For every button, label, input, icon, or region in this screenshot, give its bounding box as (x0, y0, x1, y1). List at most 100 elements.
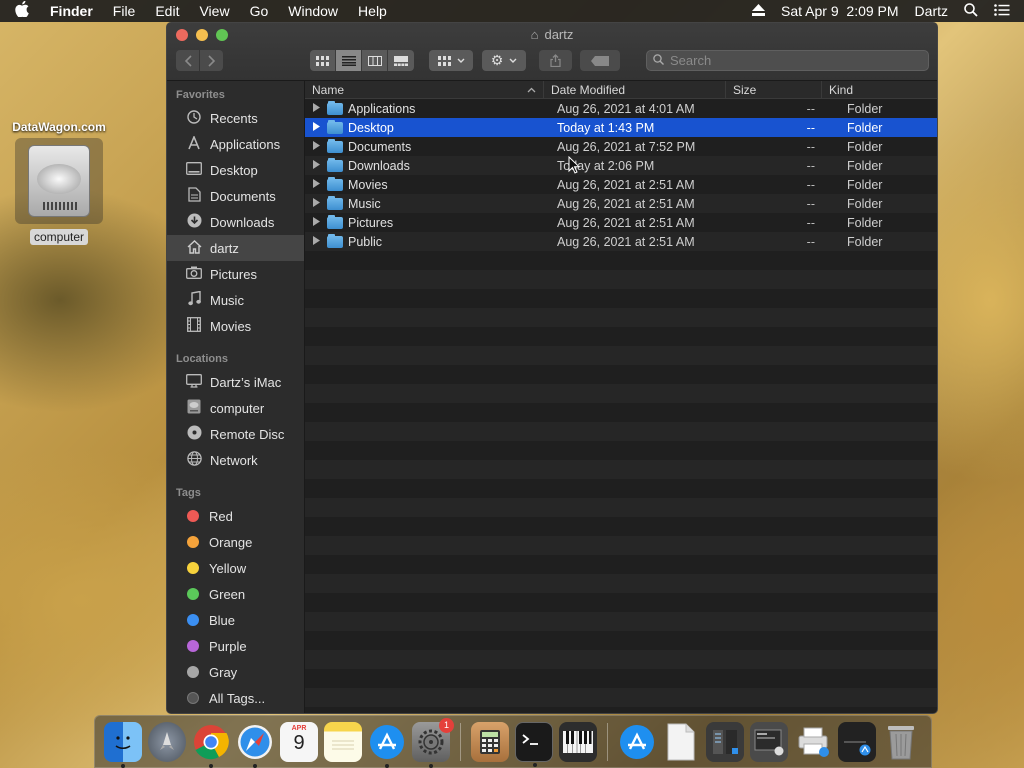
column-view-button[interactable] (362, 50, 388, 71)
column-header-date[interactable]: Date Modified (544, 81, 726, 99)
disclosure-triangle-icon[interactable] (305, 160, 327, 171)
hard-drive-icon[interactable] (15, 138, 103, 224)
downloads-stack-icon[interactable] (838, 721, 876, 762)
clock-icon (185, 109, 203, 127)
safari-icon[interactable] (236, 722, 274, 768)
sidebar-tag-red[interactable]: Red (167, 503, 304, 529)
screenshot-stack-icon[interactable] (706, 721, 744, 762)
all-tags-dot-icon (187, 692, 199, 704)
file-row-music[interactable]: Music Aug 26, 2021 at 2:51 AM -- Folder (305, 194, 937, 213)
sidebar-item-music[interactable]: Music (167, 287, 304, 313)
sidebar-item-documents[interactable]: Documents (167, 183, 304, 209)
piano-icon[interactable] (559, 721, 597, 762)
folder-icon (327, 176, 343, 191)
sidebar-tag-green[interactable]: Green (167, 581, 304, 607)
menu-help[interactable]: Help (348, 0, 397, 22)
terminal-icon[interactable] (515, 721, 553, 767)
document-icon (185, 187, 203, 205)
file-row-documents[interactable]: Documents Aug 26, 2021 at 7:52 PM -- Folder (305, 137, 937, 156)
file-date-modified: Aug 26, 2021 at 2:51 AM (557, 196, 695, 211)
sidebar-tag-purple[interactable]: Purple (167, 633, 304, 659)
desktop-drive-icon[interactable]: DataWagon.com computer (6, 120, 112, 245)
app-store-icon[interactable] (368, 722, 406, 768)
file-row-applications[interactable]: Applications Aug 26, 2021 at 4:01 AM -- Fol… (305, 99, 937, 118)
menubar-user[interactable]: Dartz (907, 3, 956, 19)
menu-app-finder[interactable]: Finder (44, 0, 103, 22)
notes-icon[interactable] (324, 721, 362, 762)
printer-stack-icon[interactable] (794, 722, 832, 762)
column-header-kind[interactable]: Kind (822, 81, 937, 99)
search-field[interactable] (646, 50, 929, 71)
window-stack-icon[interactable] (750, 721, 788, 762)
menu-view[interactable]: View (189, 0, 239, 22)
disclosure-triangle-icon[interactable] (305, 198, 327, 209)
sidebar-item-network[interactable]: Network (167, 447, 304, 473)
action-menu-button[interactable]: ⚙ (482, 50, 526, 71)
file-date-modified: Aug 26, 2021 at 7:52 PM (557, 139, 696, 154)
trash-icon[interactable] (882, 722, 920, 762)
sidebar-item-recents[interactable]: Recents (167, 105, 304, 131)
launchpad-icon[interactable] (148, 721, 186, 762)
disclosure-triangle-icon[interactable] (305, 122, 327, 133)
disclosure-triangle-icon[interactable] (305, 217, 327, 228)
sidebar-item-dartz[interactable]: dartz (167, 235, 304, 261)
spotlight-icon[interactable] (956, 2, 986, 20)
search-input[interactable] (670, 53, 910, 68)
empty-row (305, 403, 937, 422)
sidebar-tag-gray[interactable]: Gray (167, 659, 304, 685)
file-row-desktop[interactable]: Desktop Today at 1:43 PM -- Folder (305, 118, 937, 137)
desktop-drive-label[interactable]: computer (29, 229, 89, 245)
title-bar[interactable]: ⌂ dartz ⚙ (167, 23, 937, 81)
list-view-button[interactable] (336, 50, 362, 71)
sidebar-item-imac[interactable]: Dartz’s iMac (167, 369, 304, 395)
share-button[interactable] (539, 50, 572, 71)
menubar-clock[interactable]: Sat Apr 9 2:09 PM (773, 3, 907, 19)
app-store-folder-icon[interactable] (618, 722, 656, 762)
empty-row (305, 536, 937, 555)
file-row-movies[interactable]: Movies Aug 26, 2021 at 2:51 AM -- Folder (305, 175, 937, 194)
menu-window[interactable]: Window (278, 0, 348, 22)
column-header-size[interactable]: Size (726, 81, 822, 99)
gallery-view-button[interactable] (388, 50, 414, 71)
document-stack-icon[interactable] (662, 722, 700, 762)
calendar-icon[interactable]: APR 9 (280, 721, 318, 762)
disclosure-triangle-icon[interactable] (305, 179, 327, 190)
calculator-icon[interactable] (471, 721, 509, 762)
file-row-downloads[interactable]: Downloads Today at 2:06 PM -- Folder (305, 156, 937, 175)
sidebar-all-tags[interactable]: All Tags... (167, 685, 304, 711)
disclosure-triangle-icon[interactable] (305, 141, 327, 152)
sidebar-item-computer[interactable]: computer (167, 395, 304, 421)
sidebar-item-pictures[interactable]: Pictures (167, 261, 304, 287)
sidebar-item-label: Pictures (210, 266, 257, 282)
sidebar-item-desktop[interactable]: Desktop (167, 157, 304, 183)
sidebar-item-downloads[interactable]: Downloads (167, 209, 304, 235)
apple-menu-icon[interactable] (0, 0, 44, 21)
sidebar-item-remote-disc[interactable]: Remote Disc (167, 421, 304, 447)
disclosure-triangle-icon[interactable] (305, 103, 327, 114)
finder-icon[interactable] (104, 721, 142, 768)
tag-icon (591, 55, 609, 66)
column-header-name[interactable]: Name (305, 81, 544, 99)
eject-icon[interactable] (744, 3, 773, 19)
empty-row (305, 517, 937, 536)
chrome-icon[interactable] (192, 722, 230, 768)
empty-row (305, 650, 937, 669)
icon-view-button[interactable] (310, 50, 336, 71)
notification-center-icon[interactable] (986, 3, 1024, 19)
sidebar-item-movies[interactable]: Movies (167, 313, 304, 339)
group-by-button[interactable] (429, 50, 473, 71)
file-row-pictures[interactable]: Pictures Aug 26, 2021 at 2:51 AM -- Folder (305, 213, 937, 232)
menu-file[interactable]: File (103, 0, 146, 22)
sidebar-tag-yellow[interactable]: Yellow (167, 555, 304, 581)
sidebar-item-applications[interactable]: Applications (167, 131, 304, 157)
system-preferences-icon[interactable]: 1 (412, 717, 454, 768)
menu-edit[interactable]: Edit (145, 0, 189, 22)
edit-tags-button[interactable] (580, 50, 620, 71)
disclosure-triangle-icon[interactable] (305, 236, 327, 247)
file-row-public[interactable]: Public Aug 26, 2021 at 2:51 AM -- Folder (305, 232, 937, 251)
sidebar-tag-orange[interactable]: Orange (167, 529, 304, 555)
forward-button[interactable] (200, 50, 223, 71)
sidebar-tag-blue[interactable]: Blue (167, 607, 304, 633)
menu-go[interactable]: Go (240, 0, 279, 22)
back-button[interactable] (176, 50, 199, 71)
